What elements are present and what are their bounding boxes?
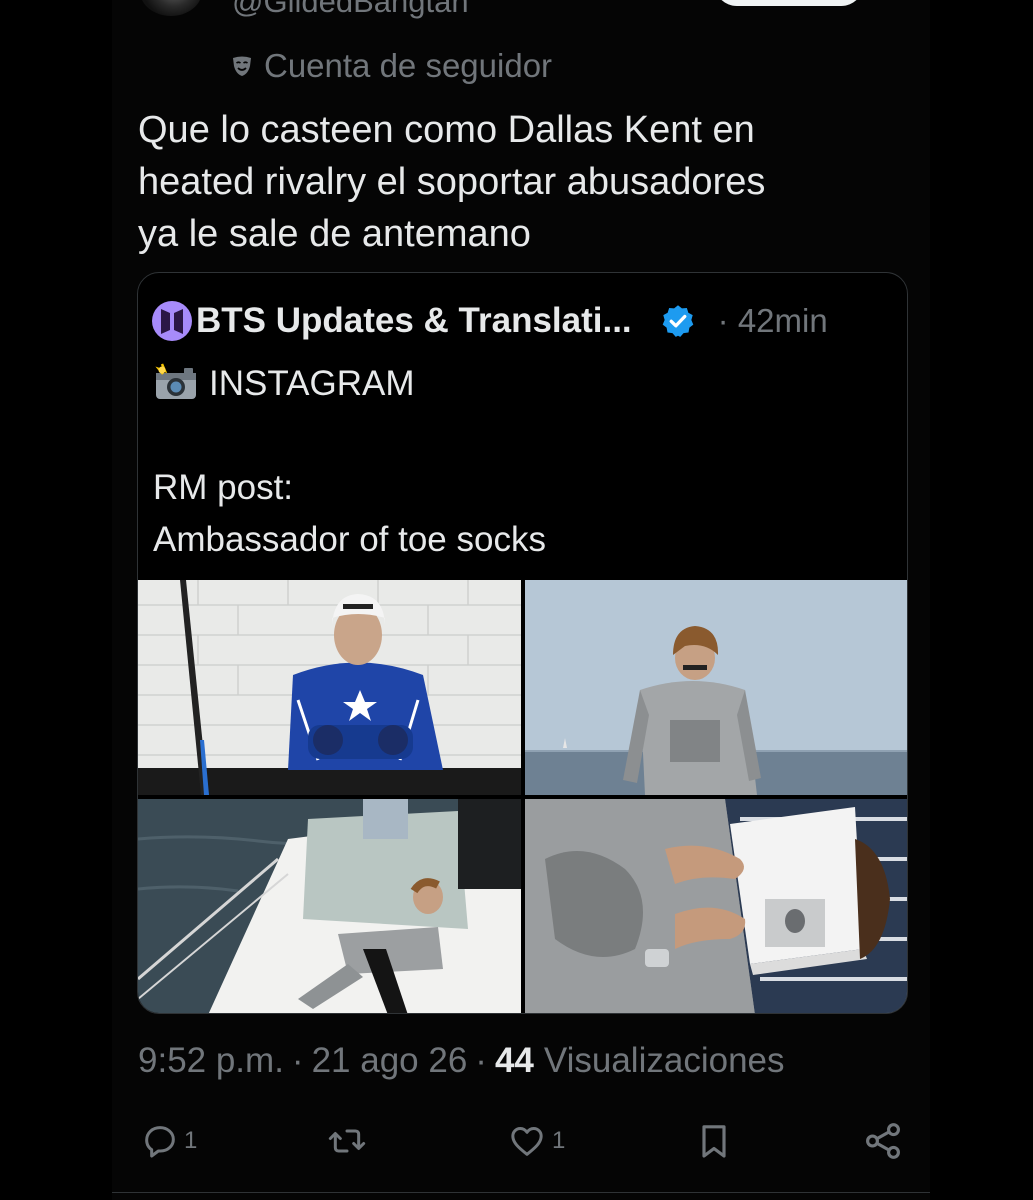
- quoted-tweet-header: BTS Updates & Translati... · 42min: [152, 297, 897, 345]
- tweet-date[interactable]: 21 ago 26: [312, 1041, 468, 1081]
- heart-icon: [511, 1127, 543, 1156]
- quoted-tweet-card[interactable]: BTS Updates & Translati... · 42min INSTA…: [137, 272, 908, 1014]
- tweet-text: Que lo casteen como Dallas Kent en heate…: [138, 109, 766, 255]
- repost-icon: [328, 1129, 366, 1153]
- like-count: 1: [552, 1127, 566, 1154]
- account-label-text: Cuenta de seguidor: [264, 47, 553, 84]
- views-label[interactable]: Visualizaciones: [544, 1041, 785, 1081]
- meta-separator: ·: [475, 1041, 487, 1080]
- reply-button[interactable]: 1: [140, 1116, 197, 1166]
- reply-count: 1: [184, 1127, 198, 1154]
- quoted-tweet-time[interactable]: · 42min: [718, 302, 828, 340]
- bts-logo-icon: [161, 309, 183, 334]
- share-icon: [866, 1123, 900, 1159]
- quoted-line-rm-post: RM post:: [153, 468, 294, 507]
- bookmark-icon: [702, 1125, 726, 1158]
- author-handle[interactable]: @GildedBangtan: [232, 0, 469, 20]
- follow-button[interactable]: [714, 0, 864, 6]
- quoted-line-text-1: INSTAGRAM: [209, 364, 415, 403]
- mask-icon: [233, 56, 251, 76]
- quoted-line-caption: Ambassador of toe socks: [153, 520, 546, 559]
- quoted-tweet-body: INSTAGRAM RM post: Ambassador of toe soc…: [153, 358, 893, 566]
- like-button[interactable]: 1: [506, 1116, 565, 1166]
- verified-badge-icon: [662, 305, 693, 337]
- camera-flash-icon: [155, 363, 196, 399]
- meta-separator: ·: [291, 1041, 304, 1080]
- bottom-divider: [112, 1192, 930, 1193]
- photo-boat[interactable]: [138, 799, 521, 1013]
- photo-grid: [138, 580, 907, 1013]
- photo-book[interactable]: [525, 799, 907, 1013]
- bookmark-button[interactable]: [694, 1116, 734, 1166]
- quoted-author-avatar[interactable]: [152, 301, 192, 341]
- share-button[interactable]: [862, 1116, 904, 1166]
- tweet-time[interactable]: 9:52 p.m.: [138, 1041, 284, 1081]
- repost-button[interactable]: [326, 1116, 368, 1166]
- tweet-metadata: 9:52 p.m. · 21 ago 26 · 44 Visualizacion…: [138, 1036, 785, 1086]
- views-count: 44: [494, 1041, 534, 1080]
- action-bar: 1 1: [140, 1116, 910, 1166]
- photo-hockey[interactable]: [138, 580, 521, 795]
- quoted-line-blank: [153, 410, 893, 462]
- quoted-author-name[interactable]: BTS Updates & Translati...: [196, 301, 632, 341]
- photo-seaside[interactable]: [525, 580, 907, 795]
- account-label: Cuenta de seguidor: [230, 46, 552, 86]
- quoted-line-instagram: INSTAGRAM: [153, 358, 893, 410]
- reply-icon: [145, 1126, 175, 1158]
